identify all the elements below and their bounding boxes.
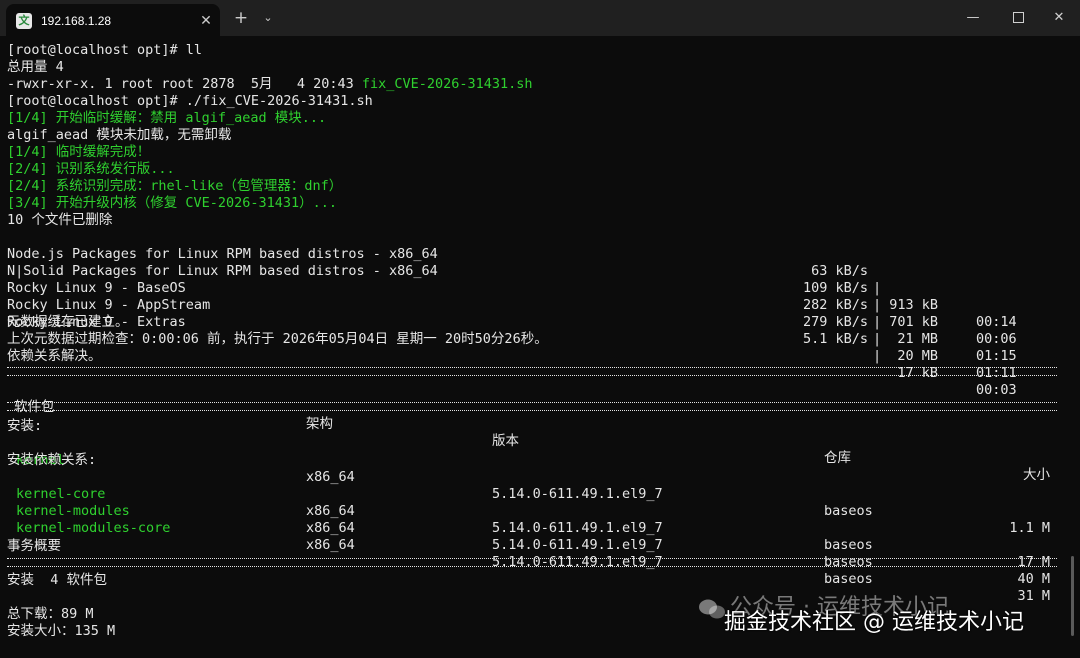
tab-session[interactable]: 文 192.168.1.28 ✕	[6, 4, 220, 36]
output-line: algif_aead 模块未加载，无需卸载	[7, 127, 232, 143]
table-row: kernel-core x86_64 5.14.0-611.49.1.el9_7…	[0, 469, 1066, 570]
repo-row: Rocky Linux 9 - Extras 5.1 kB/s | 17 kB …	[0, 297, 1066, 398]
maximize-icon	[1012, 12, 1024, 23]
terminal-window: 文 192.168.1.28 ✕ + ⌄ — ✕ [root@localhost…	[0, 0, 1080, 658]
table-header: 软件包 架构 版本 仓库 大小	[0, 382, 1066, 483]
package-size: 40 M	[1017, 571, 1050, 587]
terminal-app-icon: 文	[16, 13, 32, 29]
status-line: [3/4] 开始升级内核（修复 CVE-2026-31431）...	[7, 195, 338, 211]
package-name: kernel-modules-core	[16, 520, 171, 536]
table-row: kernel-modules-core x86_64 5.14.0-611.49…	[0, 503, 1066, 604]
tab-dropdown-icon[interactable]: ⌄	[260, 9, 276, 27]
separator-line	[7, 558, 1057, 567]
wechat-icon	[699, 599, 725, 619]
prompt-line: [root@localhost opt]# ./fix_CVE-2026-314…	[7, 93, 373, 109]
terminal-output[interactable]: [root@localhost opt]# ll 总用量 4 -rwxr-xr-…	[0, 36, 1066, 658]
repo-time: 00:14	[976, 314, 1017, 330]
tab-close-icon[interactable]: ✕	[198, 13, 214, 29]
section-label: 安装依赖关系:	[7, 452, 97, 468]
package-repo: baseos	[824, 537, 873, 553]
package-arch: x86_64	[306, 537, 355, 553]
package-version: 5.14.0-611.49.1.el9_7	[492, 520, 663, 536]
maximize-button[interactable]	[995, 0, 1041, 36]
file-meta: -rwxr-xr-x. 1 root root 2878 5月 4 20:43	[7, 76, 362, 92]
header-repo: 仓库	[824, 450, 851, 466]
output-line: 元数据缓存已建立。	[7, 314, 129, 330]
summary-download: 总下载：89 M	[7, 606, 94, 622]
title-bar: 文 192.168.1.28 ✕ + ⌄ — ✕	[0, 0, 1080, 36]
repo-pipe: |	[873, 331, 882, 347]
header-arch: 架构	[306, 416, 333, 432]
output-line: 依赖关系解决。	[7, 348, 102, 364]
minimize-button[interactable]: —	[950, 0, 996, 36]
repo-speed: 5.1 kB/s	[802, 331, 868, 347]
new-tab-button[interactable]: +	[232, 9, 250, 27]
repo-pipe: |	[873, 314, 882, 330]
output-line: 总用量 4	[7, 59, 64, 75]
table-row: kernel x86_64 5.14.0-611.49.1.el9_7 base…	[0, 435, 1066, 536]
separator-line	[7, 367, 1057, 376]
output-line: 上次元数据过期检查：0:00:06 前，执行于 2026年05月04日 星期一 …	[7, 331, 548, 347]
repo-time: 01:15	[976, 348, 1017, 364]
close-window-button[interactable]: ✕	[1036, 0, 1080, 36]
watermark: 公众号 · 运维技术小记 掘金技术社区 @ 运维技术小记	[694, 594, 1064, 644]
table-row: kernel-modules x86_64 5.14.0-611.49.1.el…	[0, 486, 1066, 587]
repo-size: 20 MB	[897, 348, 938, 364]
package-size: 1.1 M	[1009, 520, 1050, 536]
status-line: [1/4] 临时缓解完成！	[7, 144, 151, 160]
package-arch: x86_64	[306, 520, 355, 536]
status-line: [1/4] 开始临时缓解：禁用 algif_aead 模块...	[7, 110, 327, 126]
repo-row: Rocky Linux 9 - AppStream 279 kB/s | 20 …	[0, 280, 1066, 381]
watermark-text: 掘金技术社区 @ 运维技术小记	[724, 610, 1024, 635]
output-line: 10 个文件已删除	[7, 212, 113, 228]
repo-size: 701 kB	[889, 314, 938, 330]
repo-row: Node.js Packages for Linux RPM based dis…	[0, 229, 1066, 330]
file-listing-line: -rwxr-xr-x. 1 root root 2878 5月 4 20:43 …	[7, 76, 533, 93]
scrollbar-thumb[interactable]	[1071, 556, 1074, 636]
summary-install-size: 安装大小：135 M	[7, 623, 116, 639]
status-line: [2/4] 识别系统发行版...	[7, 161, 175, 177]
repo-speed: 279 kB/s	[802, 314, 868, 330]
summary-install: 安装 4 软件包	[7, 572, 108, 588]
separator-line	[7, 402, 1057, 411]
repo-time: 00:06	[976, 331, 1017, 347]
summary-title: 事务概要	[7, 538, 61, 554]
tab-title: 192.168.1.28	[41, 14, 112, 28]
scrollbar[interactable]	[1068, 36, 1078, 658]
repo-size: 21 MB	[897, 331, 938, 347]
package-version: 5.14.0-611.49.1.el9_7	[492, 537, 663, 553]
prompt-line: [root@localhost opt]# ll	[7, 42, 203, 58]
file-name: fix_CVE-2026-31431.sh	[361, 76, 533, 92]
section-label: 安装:	[7, 418, 43, 434]
repo-row: Rocky Linux 9 - BaseOS 282 kB/s | 21 MB …	[0, 263, 1066, 364]
package-repo: baseos	[824, 571, 873, 587]
repo-pipe: |	[873, 348, 882, 364]
repo-row: N|Solid Packages for Linux RPM based dis…	[0, 246, 1066, 347]
status-line: [2/4] 系统识别完成：rhel-like（包管理器：dnf）	[7, 178, 343, 194]
